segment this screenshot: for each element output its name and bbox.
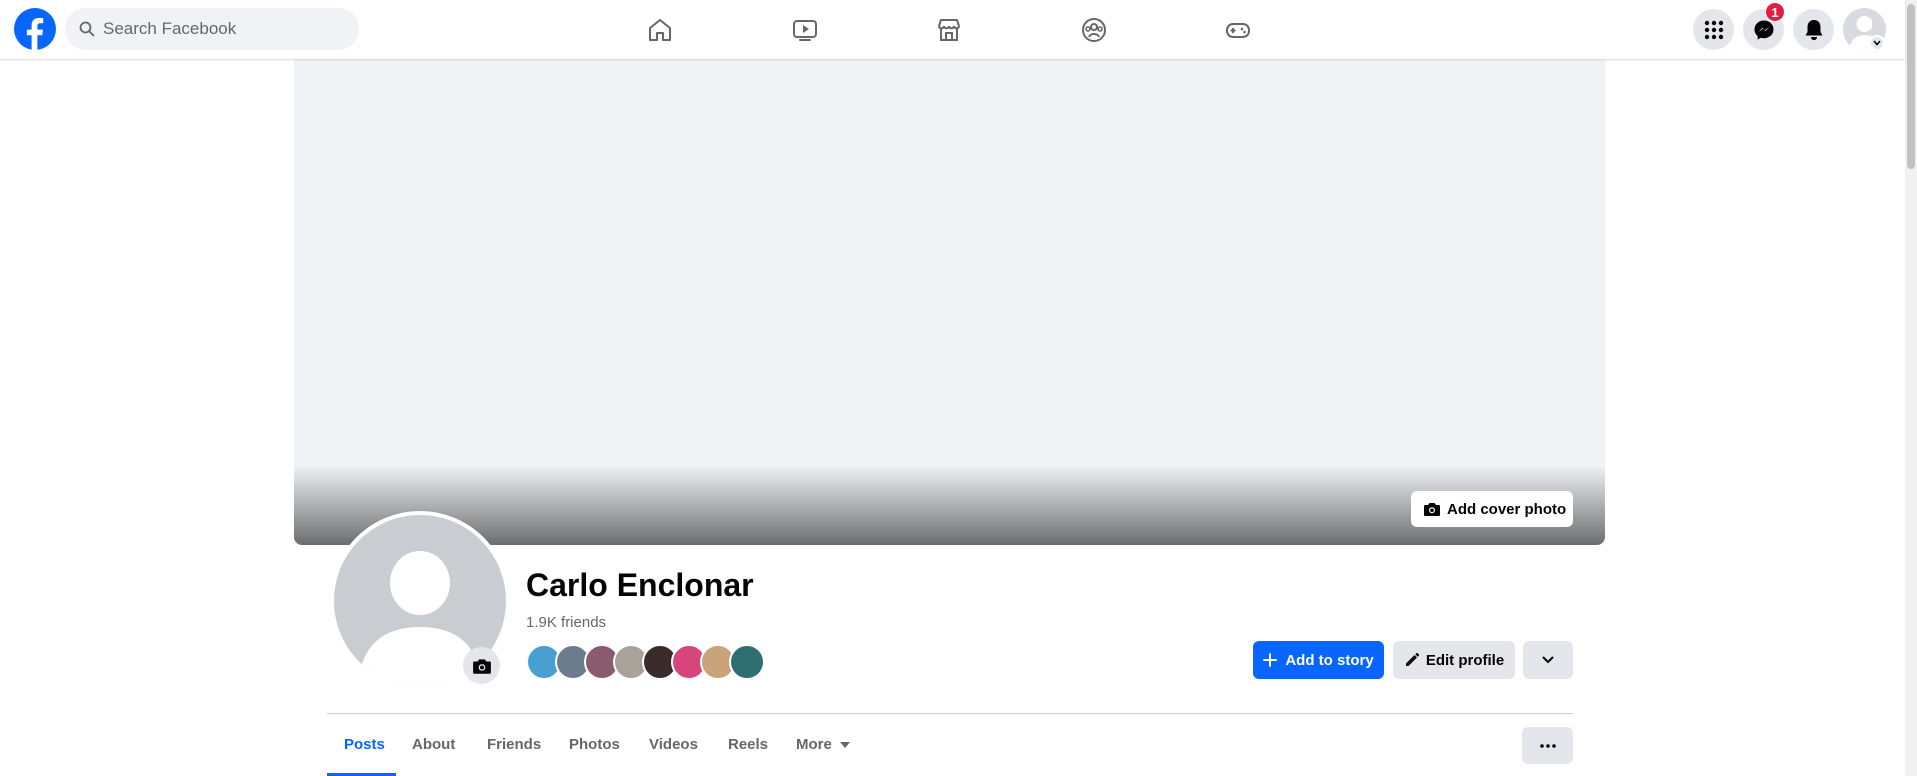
caret-down-icon — [839, 742, 850, 749]
home-icon[interactable] — [644, 14, 676, 46]
gaming-icon[interactable] — [1222, 14, 1254, 46]
tab-more[interactable]: More — [796, 714, 850, 776]
messenger-icon — [1754, 20, 1773, 39]
account-chevron-down-icon[interactable] — [1869, 35, 1885, 51]
search-box[interactable] — [65, 8, 359, 50]
plus-icon — [1263, 653, 1278, 667]
cover-gradient — [294, 465, 1605, 545]
search-input[interactable] — [103, 8, 343, 50]
page-scrollbar[interactable] — [1905, 0, 1917, 776]
bell-icon — [1805, 19, 1822, 40]
marketplace-icon[interactable] — [933, 14, 965, 46]
messenger-badge: 1 — [1765, 2, 1785, 22]
profile-name: Carlo Enclonar — [526, 567, 754, 603]
edit-profile-label: Edit profile — [1425, 651, 1505, 669]
add-to-story-label: Add to story — [1285, 651, 1374, 669]
search-icon — [79, 21, 95, 37]
camera-icon — [1424, 503, 1440, 516]
add-cover-photo-label: Add cover photo — [1447, 500, 1567, 518]
add-to-story-button[interactable]: Add to story — [1253, 641, 1384, 679]
add-cover-photo-button[interactable]: Add cover photo — [1411, 491, 1573, 527]
update-profile-picture-button[interactable] — [463, 647, 500, 684]
grid-menu-icon — [1704, 20, 1723, 39]
tab-more-label: More — [796, 736, 832, 753]
friend-avatars-row — [526, 644, 766, 680]
friends-count-link[interactable]: 1.9K friends — [526, 614, 606, 631]
menu-grid-button[interactable] — [1693, 9, 1734, 50]
facebook-logo-icon[interactable] — [14, 8, 56, 50]
pencil-icon — [1405, 652, 1419, 666]
scrollbar-thumb[interactable] — [1907, 4, 1915, 169]
tab-reels[interactable]: Reels — [728, 714, 768, 776]
tab-friends[interactable]: Friends — [487, 714, 541, 776]
tab-about[interactable]: About — [412, 714, 455, 776]
more-dots-icon — [1539, 743, 1556, 748]
camera-icon — [472, 658, 491, 674]
more-options-button[interactable] — [1522, 727, 1573, 764]
profile-tabs: Posts About Friends Photos Videos Reels … — [327, 714, 927, 776]
chevron-down-icon — [1542, 656, 1554, 663]
profile-options-dropdown-button[interactable] — [1523, 641, 1573, 679]
friend-avatar[interactable] — [729, 644, 765, 680]
notifications-button[interactable] — [1793, 9, 1834, 50]
top-navigation-bar: 1 — [0, 0, 1905, 59]
edit-profile-button[interactable]: Edit profile — [1393, 641, 1515, 679]
tab-posts[interactable]: Posts — [344, 714, 385, 776]
video-icon[interactable] — [789, 14, 821, 46]
groups-icon[interactable] — [1078, 14, 1110, 46]
tab-photos[interactable]: Photos — [569, 714, 620, 776]
cover-photo-area — [294, 59, 1605, 545]
tab-videos[interactable]: Videos — [649, 714, 698, 776]
